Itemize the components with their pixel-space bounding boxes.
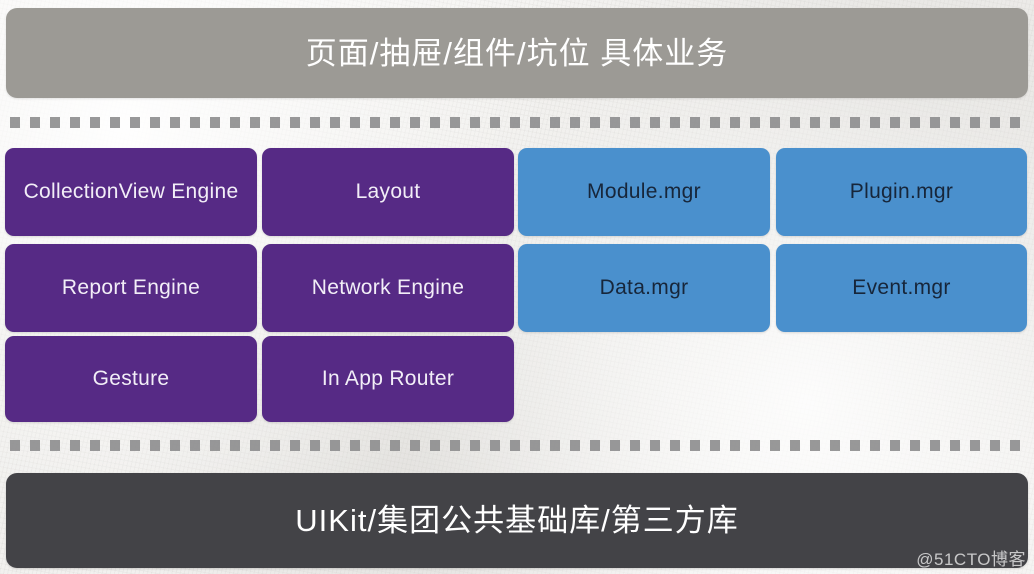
foundation-layer-band: UIKit/集团公共基础库/第三方库 (6, 473, 1028, 568)
watermark: @51CTO博客 (916, 550, 1026, 569)
card-label: Layout (355, 180, 421, 204)
card-label: Event.mgr (852, 276, 951, 300)
card-in-app-router[interactable]: In App Router (262, 336, 514, 422)
card-collectionview-engine[interactable]: CollectionView Engine (5, 148, 257, 236)
diagram-canvas: 页面/抽屉/组件/坑位 具体业务 CollectionView Engine L… (0, 0, 1034, 574)
framework-layer-grid: CollectionView Engine Layout Module.mgr … (5, 148, 1027, 422)
dashed-separator-bottom (10, 440, 1030, 451)
card-label: Report Engine (61, 276, 201, 300)
card-label: Plugin.mgr (849, 180, 954, 204)
card-label: CollectionView Engine (23, 180, 239, 204)
card-report-engine[interactable]: Report Engine (5, 244, 257, 332)
card-layout[interactable]: Layout (262, 148, 514, 236)
card-label: In App Router (321, 367, 455, 391)
card-gesture[interactable]: Gesture (5, 336, 257, 422)
foundation-layer-label: UIKit/集团公共基础库/第三方库 (295, 503, 739, 538)
card-network-engine[interactable]: Network Engine (262, 244, 514, 332)
card-label: Network Engine (311, 276, 465, 300)
card-data-mgr[interactable]: Data.mgr (518, 244, 770, 332)
card-label: Gesture (92, 367, 170, 391)
card-event-mgr[interactable]: Event.mgr (776, 244, 1027, 332)
card-module-mgr[interactable]: Module.mgr (518, 148, 770, 236)
dashed-separator-top (10, 117, 1030, 128)
card-label: Data.mgr (599, 276, 689, 300)
card-plugin-mgr[interactable]: Plugin.mgr (776, 148, 1027, 236)
card-label: Module.mgr (587, 180, 701, 204)
business-layer-label: 页面/抽屉/组件/坑位 具体业务 (305, 35, 729, 71)
business-layer-band: 页面/抽屉/组件/坑位 具体业务 (6, 8, 1028, 98)
